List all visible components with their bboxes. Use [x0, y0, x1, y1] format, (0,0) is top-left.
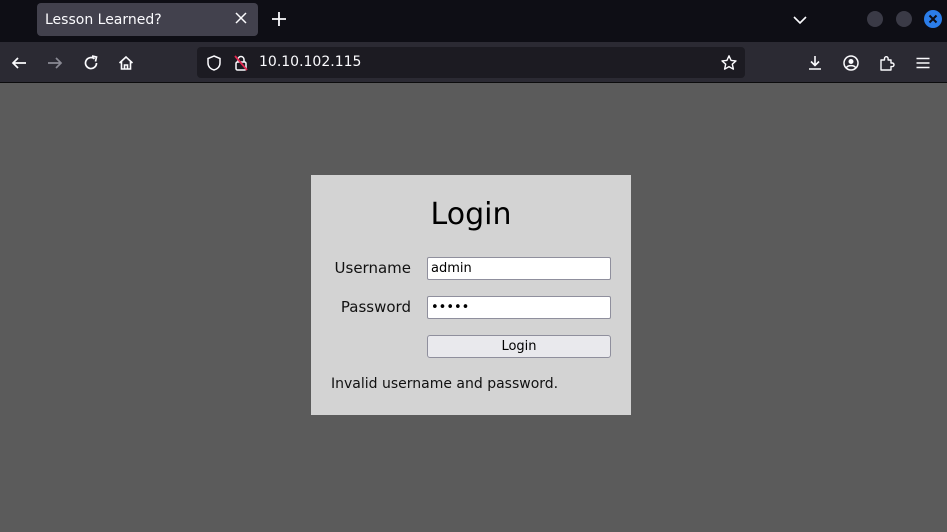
account-icon[interactable] — [842, 54, 860, 72]
close-window-button[interactable] — [924, 10, 942, 28]
menu-icon[interactable] — [914, 54, 932, 72]
minimize-button[interactable] — [867, 11, 883, 27]
chevron-down-icon[interactable] — [792, 12, 808, 28]
forward-arrow-icon[interactable] — [46, 54, 64, 72]
new-tab-icon[interactable] — [271, 11, 287, 27]
browser-tab[interactable]: Lesson Learned? — [37, 3, 258, 36]
download-icon[interactable] — [806, 54, 824, 72]
password-label: Password — [340, 298, 411, 316]
reload-icon[interactable] — [82, 54, 100, 72]
page-content: Login Username Password Login Invalid us… — [0, 83, 947, 532]
insecure-lock-icon[interactable] — [232, 54, 250, 72]
url-bar[interactable]: 10.10.102.115 — [197, 47, 745, 78]
shield-icon[interactable] — [205, 54, 223, 72]
tab-strip: Lesson Learned? — [0, 0, 947, 42]
username-input[interactable] — [427, 257, 611, 280]
login-title: Login — [430, 197, 512, 232]
username-label: Username — [334, 259, 411, 277]
close-tab-icon[interactable] — [234, 11, 248, 25]
maximize-button[interactable] — [896, 11, 912, 27]
nav-toolbar: 10.10.102.115 — [0, 42, 947, 83]
password-input[interactable] — [427, 296, 611, 319]
error-message: Invalid username and password. — [331, 376, 559, 392]
home-icon[interactable] — [117, 54, 135, 72]
back-arrow-icon[interactable] — [10, 54, 28, 72]
extensions-icon[interactable] — [878, 54, 896, 72]
bookmark-star-icon[interactable] — [720, 54, 738, 72]
login-button[interactable]: Login — [427, 335, 611, 358]
close-icon — [928, 14, 938, 24]
tab-title: Lesson Learned? — [45, 11, 162, 28]
url-text[interactable]: 10.10.102.115 — [259, 54, 361, 70]
login-form: Login Username Password Login Invalid us… — [311, 175, 631, 415]
